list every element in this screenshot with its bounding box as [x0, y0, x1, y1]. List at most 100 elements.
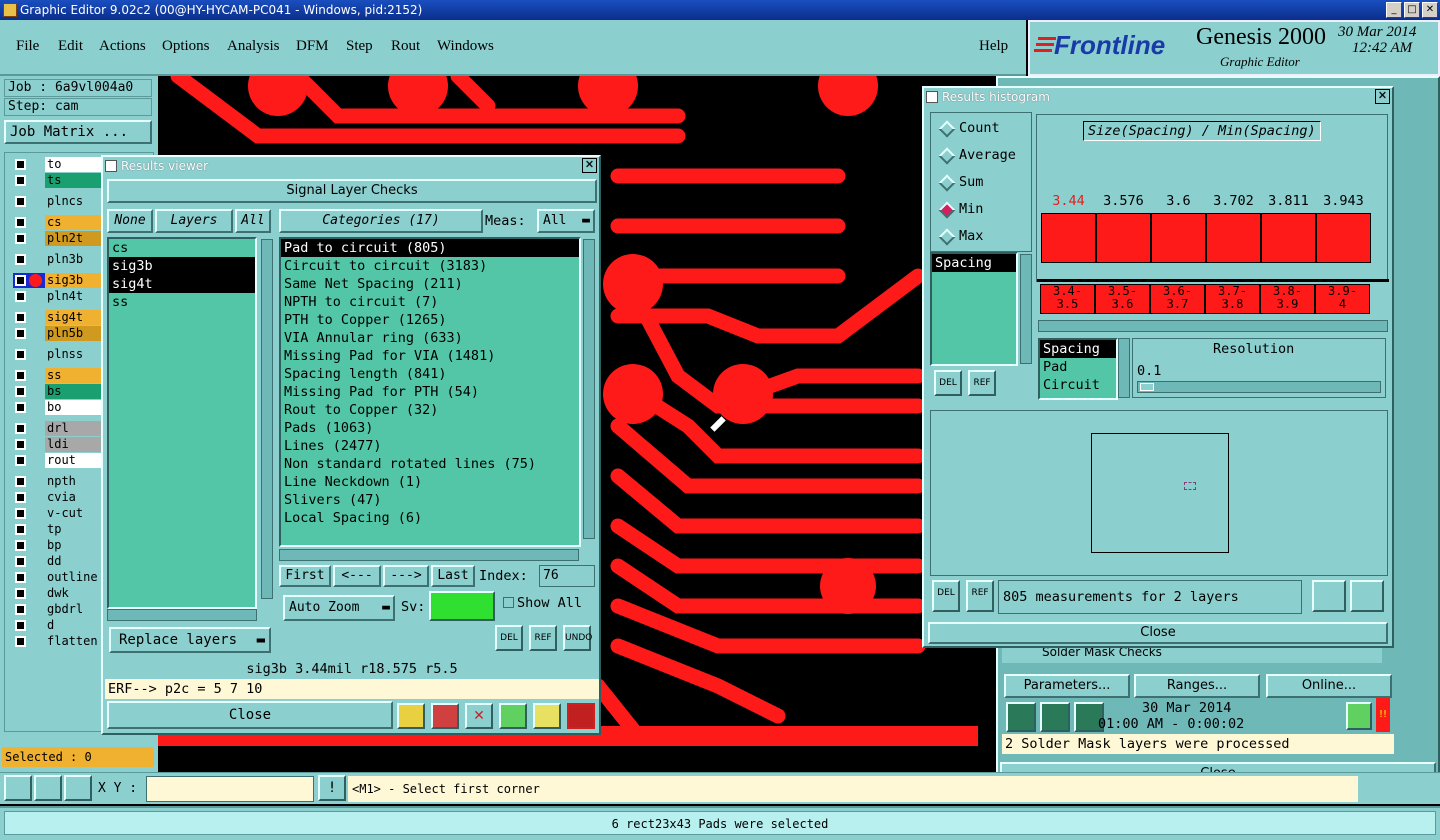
zoom-area-icon[interactable] [34, 775, 62, 801]
category-item[interactable]: Line Neckdown (1) [281, 473, 579, 491]
histogram-bar[interactable] [1261, 213, 1316, 263]
locate-icon[interactable] [1350, 580, 1384, 612]
exclude-tool-icon[interactable]: ✕ [465, 703, 493, 729]
layer-row-drl[interactable]: drl [13, 421, 105, 436]
job-matrix-button[interactable]: Job Matrix ... [4, 120, 152, 144]
prev-button[interactable]: <--- [333, 565, 381, 587]
export-icon[interactable] [1312, 580, 1346, 612]
parameters-button[interactable]: Parameters... [1004, 674, 1130, 698]
layer-row-ts[interactable]: ts [13, 173, 105, 188]
menu-edit[interactable]: Edit [58, 38, 83, 55]
layer-row-npth[interactable]: npth [13, 474, 105, 489]
layer-checkbox[interactable] [15, 540, 26, 551]
layer-checkbox[interactable] [15, 175, 26, 186]
zoom-icon[interactable] [1346, 702, 1372, 730]
meas-dropdown[interactable]: All ▬ [537, 209, 595, 233]
online-button[interactable]: Online... [1266, 674, 1392, 698]
categories-list[interactable]: Pad to circuit (805) Circuit to circuit (… [279, 237, 581, 547]
close-icon[interactable]: ✕ [1375, 89, 1390, 104]
histogram-bar[interactable] [1206, 213, 1261, 263]
category-item[interactable]: VIA Annular ring (633) [281, 329, 579, 347]
category-item[interactable]: Missing Pad for VIA (1481) [281, 347, 579, 365]
minimize-button[interactable]: _ [1386, 2, 1402, 18]
layer-checkbox[interactable] [15, 275, 26, 286]
layer-results-list[interactable]: cs sig3b sig4t ss [107, 237, 257, 609]
layer-row-rout[interactable]: rout [13, 453, 105, 468]
layer-row-sig3b[interactable]: sig3b [13, 273, 105, 288]
category-item[interactable]: Non standard rotated lines (75) [281, 455, 579, 473]
layer-row-flatten[interactable]: flatten [13, 634, 105, 649]
layer-row-d[interactable]: d [13, 618, 105, 633]
run-check-icon[interactable] [1006, 702, 1036, 732]
menu-file[interactable]: File [16, 38, 39, 55]
layer-checkbox[interactable] [15, 159, 26, 170]
layer-checkbox[interactable] [15, 492, 26, 503]
layer-row-v-cut[interactable]: v-cut [13, 506, 105, 521]
layer-list-hscrollbar[interactable] [107, 609, 257, 621]
layer-checkbox[interactable] [15, 508, 26, 519]
layer-checkbox[interactable] [15, 455, 26, 466]
category-item[interactable]: Pad to circuit (805) [281, 239, 579, 257]
category-item[interactable]: Circuit to circuit (3183) [281, 257, 579, 275]
mode-max-radio[interactable]: Max [937, 223, 983, 249]
zoom-fit-icon[interactable] [4, 775, 32, 801]
histogram-tool-icon[interactable] [567, 703, 595, 729]
close-icon[interactable]: ✕ [582, 158, 597, 173]
layers-button[interactable]: Layers [155, 209, 233, 233]
layer-checkbox[interactable] [15, 588, 26, 599]
layer-row-pln3b[interactable]: pln3b [13, 252, 105, 267]
list-item[interactable]: sig4t [109, 275, 255, 293]
layer-checkbox[interactable] [15, 312, 26, 323]
histogram-bar[interactable] [1041, 213, 1096, 263]
severity-color-dropdown[interactable] [429, 591, 495, 621]
layer-row-dwk[interactable]: dwk [13, 586, 105, 601]
layer-row-pln4t[interactable]: pln4t [13, 289, 105, 304]
auto-zoom-dropdown[interactable]: Auto Zoom ▬ [283, 595, 395, 621]
layer-checkbox[interactable] [15, 620, 26, 631]
ranges-button[interactable]: Ranges... [1134, 674, 1260, 698]
mode-count-radio[interactable]: Count [937, 115, 1000, 141]
category-item[interactable]: PTH to Copper (1265) [281, 311, 579, 329]
layer-checkbox[interactable] [15, 291, 26, 302]
dialog-menu-icon[interactable] [926, 91, 938, 103]
list-item[interactable]: ss [109, 293, 255, 311]
list-item[interactable]: sig3b [109, 257, 255, 275]
layer-checkbox[interactable] [15, 233, 26, 244]
menu-help[interactable]: Help [979, 38, 1008, 55]
category-item[interactable]: Same Net Spacing (211) [281, 275, 579, 293]
layer-row-gbdrl[interactable]: gbdrl [13, 602, 105, 617]
type-list-scrollbar[interactable] [1118, 338, 1130, 398]
menu-step[interactable]: Step [346, 38, 373, 55]
layer-checkbox[interactable] [15, 386, 26, 397]
show-all-checkbox[interactable] [503, 597, 514, 608]
layer-row-ss[interactable]: ss [13, 368, 105, 383]
layer-list-scrollbar[interactable] [261, 239, 273, 599]
preview-del-button[interactable]: DEL [932, 580, 960, 612]
layer-checkbox[interactable] [15, 196, 26, 207]
menu-actions[interactable]: Actions [99, 38, 146, 55]
categories-button[interactable]: Categories (17) [279, 209, 483, 233]
attribute-list[interactable]: Spacing [930, 252, 1018, 366]
histogram-close-button[interactable]: Close [928, 622, 1388, 644]
layer-row-plncs[interactable]: plncs [13, 194, 105, 209]
notes-tool-icon[interactable] [533, 703, 561, 729]
layer-checkbox[interactable] [15, 604, 26, 615]
layer-checkbox[interactable] [15, 402, 26, 413]
menu-options[interactable]: Options [162, 38, 210, 55]
category-item[interactable]: Local Spacing (6) [281, 509, 579, 527]
layer-checkbox[interactable] [15, 572, 26, 583]
undo-button[interactable]: UNDO [563, 625, 592, 651]
layer-row-pln2t[interactable]: pln2t [13, 231, 105, 246]
layer-row-bs[interactable]: bs [13, 384, 105, 399]
layer-checkbox[interactable] [15, 423, 26, 434]
histogram-bar[interactable] [1316, 213, 1371, 263]
layer-row-sig4t[interactable]: sig4t [13, 310, 105, 325]
dialog-menu-icon[interactable] [105, 160, 117, 172]
layer-checkbox[interactable] [15, 636, 26, 647]
histogram-del-button[interactable]: DEL [934, 370, 962, 396]
layer-row-dd[interactable]: dd [13, 554, 105, 569]
category-item[interactable]: Spacing length (841) [281, 365, 579, 383]
menu-dfm[interactable]: DFM [296, 38, 329, 55]
category-item[interactable]: Missing Pad for PTH (54) [281, 383, 579, 401]
menu-analysis[interactable]: Analysis [227, 38, 280, 55]
